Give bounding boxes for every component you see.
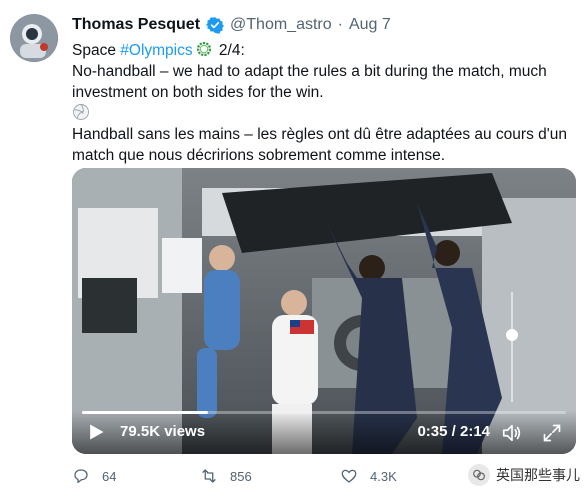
reply-button[interactable]: 64 <box>72 464 116 488</box>
heart-icon <box>341 469 357 483</box>
laurel-wreath-icon <box>196 41 211 57</box>
like-button[interactable]: 4.3K <box>340 464 397 488</box>
volume-track <box>511 292 513 402</box>
text-prefix: Space <box>72 42 121 59</box>
volleyball-icon <box>73 104 89 120</box>
volume-knob[interactable] <box>506 329 518 342</box>
english-line-2: investment on both sides for the win. <box>72 84 324 101</box>
watermark-logo-icon <box>468 464 490 486</box>
progress-fill <box>82 411 208 414</box>
view-count: 79.5K views <box>120 423 206 440</box>
retweet-button[interactable]: 856 <box>200 464 252 488</box>
tweet-text: Space #Olympics 2/4: No-handball – we ha… <box>72 40 572 166</box>
retweet-icon <box>202 469 216 483</box>
volume-slider[interactable] <box>506 292 518 402</box>
text-suffix: 2/4: <box>214 42 245 59</box>
watermark-text: 英国那些事儿 <box>496 467 580 483</box>
tweet-header: Thomas Pesquet @Thom_astro · Aug 7 <box>72 14 391 36</box>
english-line-1: No-handball – we had to adapt the rules … <box>72 63 547 80</box>
french-line-1: Handball sans les mains – les règles ont… <box>72 126 567 143</box>
author-name[interactable]: Thomas Pesquet <box>72 16 200 34</box>
separator: · <box>337 16 343 33</box>
video-time: 0:35 / 2:14 <box>417 423 490 440</box>
retweet-count: 856 <box>230 468 252 484</box>
tweet[interactable]: Thomas Pesquet @Thom_astro · Aug 7 Space… <box>0 0 586 502</box>
french-line-2: match que nous décririons sobrement comm… <box>72 147 446 164</box>
tweet-date[interactable]: Aug 7 <box>349 16 391 34</box>
hashtag-link[interactable]: #Olympics <box>120 42 192 59</box>
fullscreen-icon[interactable] <box>542 423 562 443</box>
reply-icon <box>74 469 88 484</box>
video-controls: 79.5K views 0:35 / 2:14 <box>72 410 576 454</box>
play-icon[interactable] <box>86 422 106 442</box>
avatar[interactable] <box>10 14 58 62</box>
video-player[interactable]: 79.5K views 0:35 / 2:14 <box>72 168 576 454</box>
tweet-line-1: Space #Olympics 2/4: <box>72 40 572 61</box>
verified-badge-icon <box>206 17 224 34</box>
watermark: 英国那些事儿 <box>468 464 580 486</box>
author-handle[interactable]: @Thom_astro <box>230 16 332 34</box>
like-count: 4.3K <box>370 468 397 484</box>
progress-bar[interactable] <box>82 411 566 414</box>
reply-count: 64 <box>102 468 117 484</box>
volleyball-line <box>72 103 572 124</box>
volume-icon[interactable] <box>500 422 524 444</box>
